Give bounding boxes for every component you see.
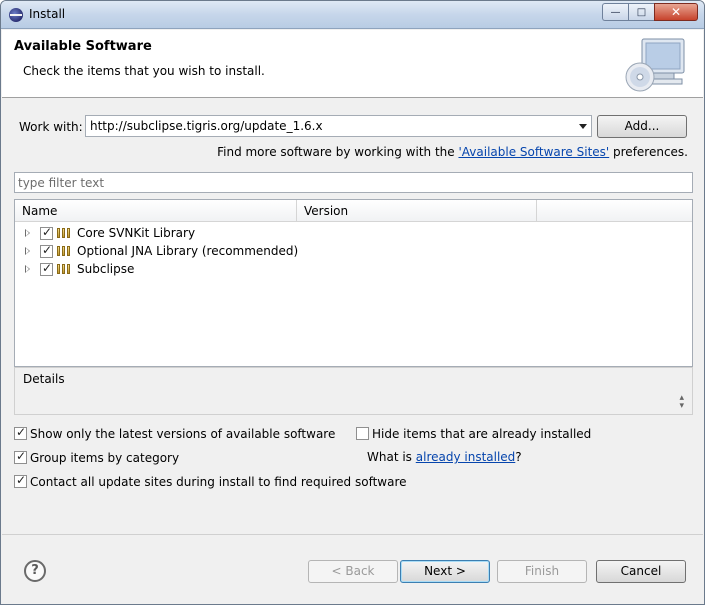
chevron-down-icon[interactable]	[579, 124, 587, 129]
tree-header: Name Version	[15, 200, 692, 222]
next-button[interactable]: Next >	[400, 560, 490, 583]
install-software-icon	[625, 38, 685, 92]
cancel-button[interactable]: Cancel	[596, 560, 686, 583]
tree-item-label: Optional JNA Library (recommended)	[77, 244, 299, 258]
details-text-area[interactable]	[21, 390, 688, 414]
eclipse-icon	[9, 8, 23, 22]
maximize-icon: □	[636, 6, 647, 18]
work-with-value: http://subclipse.tigris.org/update_1.6.x	[90, 119, 323, 133]
show-latest-label: Show only the latest versions of availab…	[30, 426, 336, 441]
details-group: Details ▴ ▾	[14, 367, 693, 415]
filter-input[interactable]: type filter text	[14, 172, 693, 193]
already-installed-link[interactable]: already installed	[416, 450, 516, 464]
filter-placeholder: type filter text	[18, 176, 105, 190]
finish-button[interactable]: Finish	[497, 560, 587, 583]
feature-icon	[57, 228, 73, 238]
help-icon: ?	[31, 563, 39, 578]
tree-row[interactable]: Optional JNA Library (recommended)	[15, 242, 692, 260]
contact-sites-option[interactable]: Contact all update sites during install …	[14, 473, 407, 490]
item-checkbox[interactable]	[40, 225, 53, 240]
group-by-category-option[interactable]: Group items by category	[14, 449, 180, 466]
work-with-combo[interactable]: http://subclipse.tigris.org/update_1.6.x	[85, 115, 592, 137]
item-checkbox[interactable]	[40, 243, 53, 258]
what-is-installed-text: What is already installed?	[367, 450, 522, 464]
tree-row[interactable]: Core SVNKit Library	[15, 224, 692, 242]
close-button[interactable]: ✕	[654, 3, 698, 21]
tree-item-label: Subclipse	[77, 262, 135, 276]
title-bar[interactable]: Install — □ ✕	[1, 1, 704, 29]
help-button[interactable]: ?	[24, 560, 46, 582]
tree-item-label: Core SVNKit Library	[77, 226, 196, 240]
group-by-category-checkbox[interactable]	[14, 449, 27, 464]
software-tree[interactable]: Name Version Core SVNKit Library Optiona…	[14, 199, 693, 367]
hide-installed-checkbox[interactable]	[356, 427, 369, 440]
contact-sites-checkbox[interactable]	[14, 473, 27, 488]
tree-row[interactable]: Subclipse	[15, 260, 692, 278]
show-latest-checkbox[interactable]	[14, 425, 27, 440]
window-title: Install	[29, 7, 66, 21]
details-label: Details	[23, 372, 65, 386]
expand-arrow-icon[interactable]	[25, 247, 30, 255]
feature-icon	[57, 246, 73, 256]
hide-installed-label: Hide items that are already installed	[372, 426, 592, 441]
expand-arrow-icon[interactable]	[25, 265, 30, 273]
column-header-name[interactable]: Name	[15, 200, 297, 222]
window-controls: — □ ✕	[602, 3, 698, 21]
contact-sites-label: Contact all update sites during install …	[30, 474, 407, 489]
header-banner: Available Software Check the items that …	[2, 30, 703, 98]
group-by-category-label: Group items by category	[30, 450, 180, 465]
show-latest-option[interactable]: Show only the latest versions of availab…	[14, 425, 336, 442]
button-bar-separator	[2, 534, 703, 535]
available-software-sites-link[interactable]: 'Available Software Sites'	[458, 145, 609, 159]
scroll-arrows-icon[interactable]: ▴ ▾	[679, 394, 684, 411]
add-site-button[interactable]: Add...	[597, 115, 687, 138]
feature-icon	[57, 264, 73, 274]
page-description: Check the items that you wish to install…	[23, 64, 265, 78]
work-with-label: Work with:	[19, 120, 83, 134]
expand-arrow-icon[interactable]	[25, 229, 30, 237]
minimize-icon: —	[610, 6, 621, 18]
maximize-button[interactable]: □	[628, 3, 654, 21]
close-icon: ✕	[670, 5, 682, 19]
back-button[interactable]: < Back	[308, 560, 398, 583]
minimize-button[interactable]: —	[602, 3, 628, 21]
hide-installed-option[interactable]: Hide items that are already installed	[356, 426, 591, 442]
column-header-version[interactable]: Version	[297, 200, 537, 222]
page-title: Available Software	[14, 39, 152, 54]
install-dialog: Install — □ ✕ Available Software Check t…	[0, 0, 705, 605]
item-checkbox[interactable]	[40, 261, 53, 276]
find-more-text: Find more software by working with the '…	[217, 145, 688, 159]
